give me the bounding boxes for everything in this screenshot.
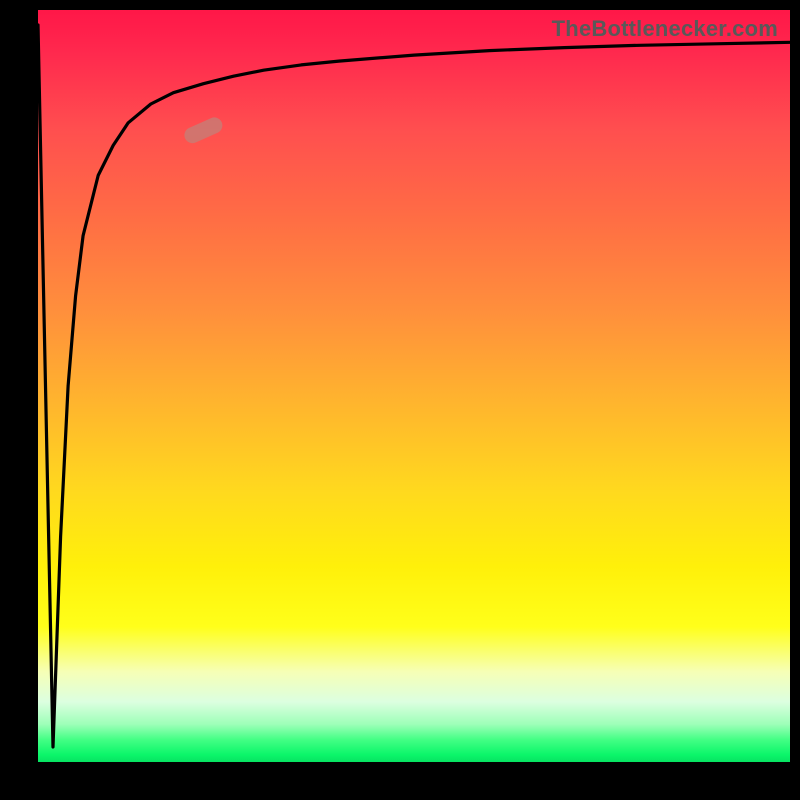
bottleneck-curve [38,25,790,747]
highlight-marker [182,115,225,146]
plot-area: TheBottlenecker.com [38,10,790,762]
curve-layer [38,10,790,762]
chart-container: TheBottlenecker.com [0,0,800,800]
